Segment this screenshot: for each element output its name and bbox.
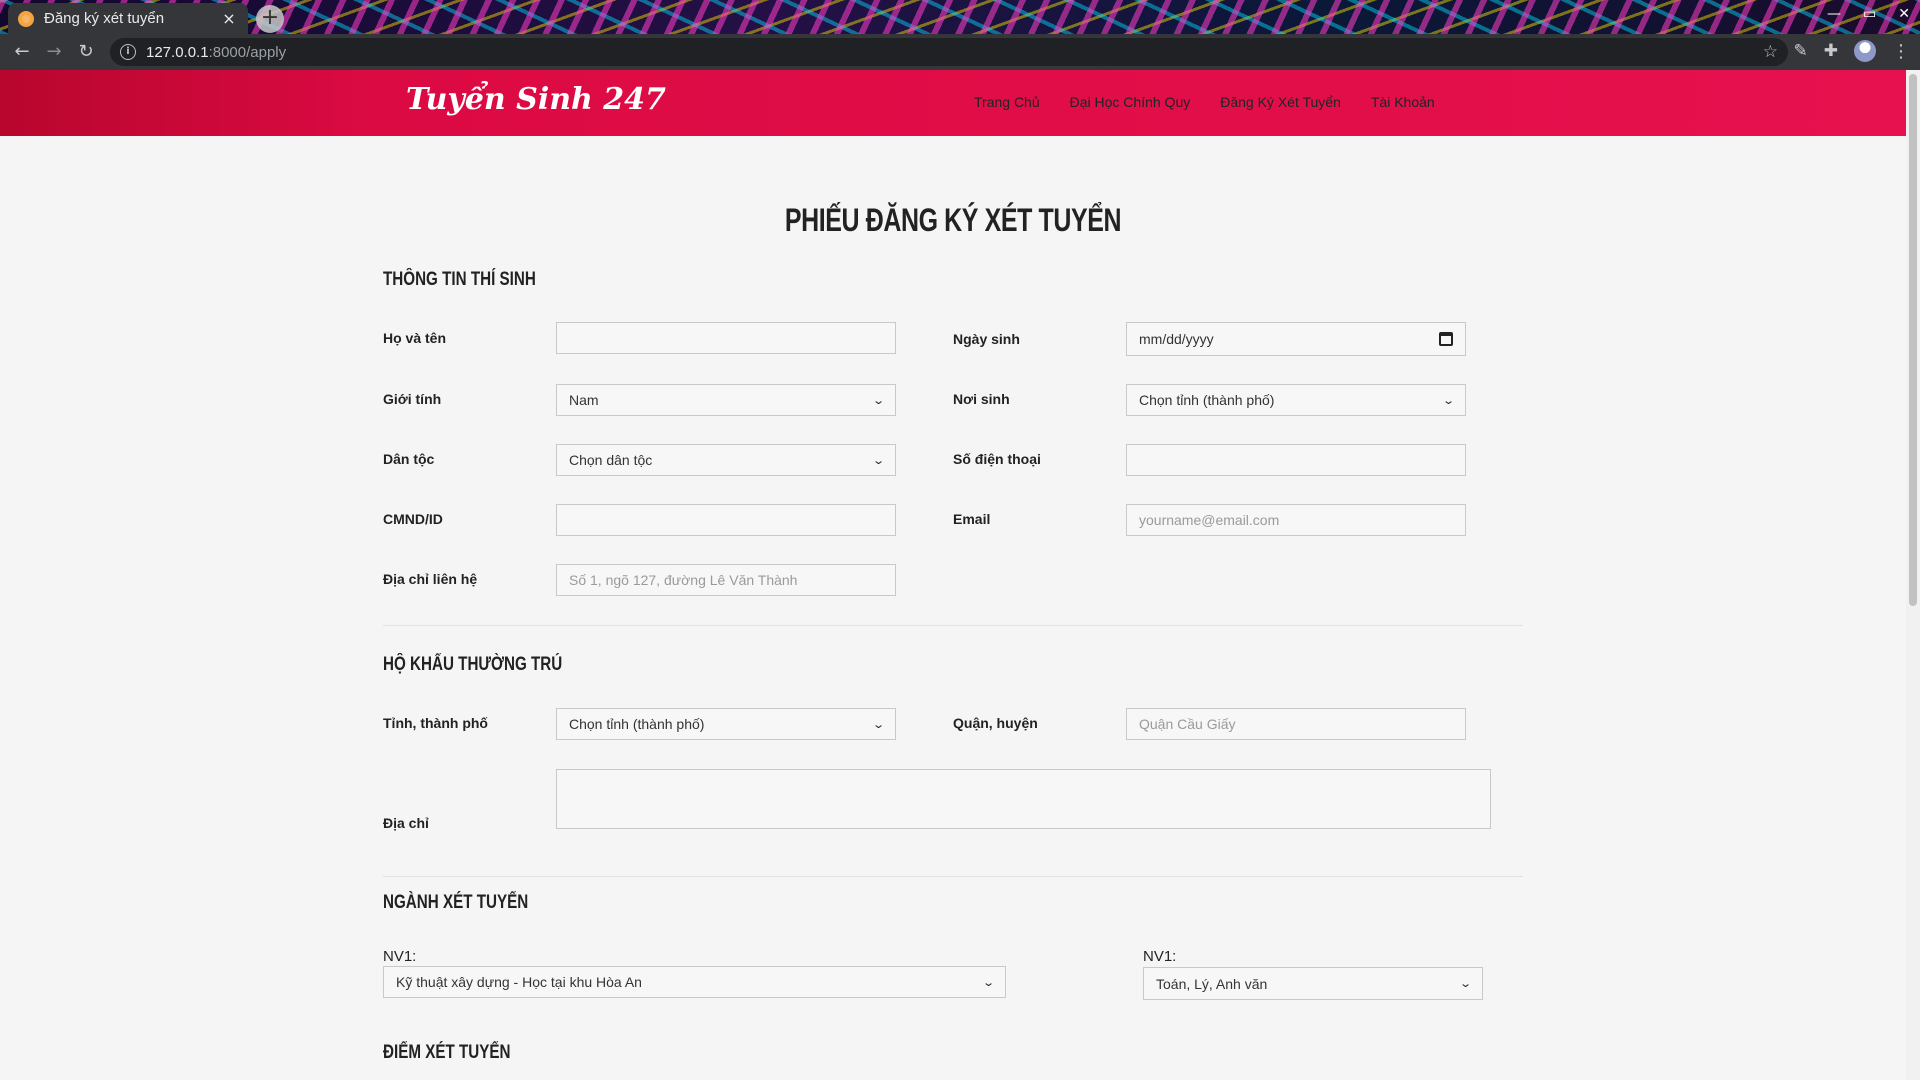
section-personal-title: THÔNG TIN THÍ SINH [383, 269, 536, 290]
url-host: 127.0.0.1 [146, 43, 209, 61]
browser-tab-strip: Đăng ký xét tuyển × + — ▭ ✕ [0, 0, 1920, 34]
site-info-icon[interactable]: i [120, 44, 136, 60]
address-bar[interactable]: i 127.0.0.1:8000/apply ☆ [110, 38, 1788, 66]
scrollbar-thumb[interactable] [1909, 74, 1917, 606]
chevron-down-icon: ⌄ [871, 454, 885, 467]
ethnicity-value: Chọn dân tộc [569, 452, 653, 468]
dob-value: mm/dd/yyyy [1139, 331, 1214, 347]
site-logo[interactable]: Tuyển Sinh 247 [406, 82, 666, 117]
toolbar-actions: ✎ ✚ ⋮ [1794, 40, 1910, 62]
birthplace-value: Chọn tỉnh (thành phố) [1139, 392, 1275, 408]
chevron-down-icon: ⌄ [871, 718, 885, 731]
nv1-subject-combo-select[interactable]: Toán, Lý, Anh văn ⌄ [1143, 967, 1483, 1000]
tab-close-icon[interactable]: × [220, 9, 238, 28]
chevron-down-icon: ⌄ [981, 976, 995, 989]
section-divider [383, 876, 1523, 877]
gender-label: Giới tính [383, 391, 442, 407]
nv1-combo-label: NV1: [1143, 948, 1177, 965]
nv1-major-label: NV1: [383, 948, 417, 965]
district-label: Quận, huyện [953, 715, 1038, 731]
id-input[interactable] [556, 504, 896, 536]
nav-apply[interactable]: Đăng Ký Xét Tuyển [1220, 94, 1341, 110]
id-label: CMND/ID [383, 511, 443, 527]
gender-select[interactable]: Nam ⌄ [556, 384, 896, 416]
main-nav: Trang Chủ Đại Học Chính Quy Đăng Ký Xét … [974, 94, 1435, 110]
back-arrow-icon[interactable]: ← [6, 36, 38, 68]
ethnicity-select[interactable]: Chọn dân tộc ⌄ [556, 444, 896, 476]
profile-avatar[interactable] [1854, 40, 1876, 62]
nv1-combo-value: Toán, Lý, Anh văn [1156, 975, 1268, 992]
new-tab-button[interactable]: + [256, 5, 284, 33]
puzzle-extensions-icon[interactable]: ✚ [1824, 41, 1838, 61]
province-value: Chọn tỉnh (thành phố) [569, 716, 705, 732]
province-label: Tỉnh, thành phố [383, 715, 488, 731]
phone-label: Số điện thoại [953, 451, 1041, 467]
email-label: Email [953, 511, 991, 527]
tab-title: Đăng ký xét tuyển [44, 10, 165, 27]
nav-regular-university[interactable]: Đại Học Chính Quy [1070, 94, 1191, 110]
forward-arrow-icon[interactable]: → [38, 36, 70, 68]
browser-tab[interactable]: Đăng ký xét tuyển × [8, 3, 248, 34]
extension-icon[interactable]: ✎ [1794, 41, 1808, 61]
section-major-title: NGÀNH XÉT TUYỂN [383, 892, 529, 913]
birthplace-select[interactable]: Chọn tỉnh (thành phố) ⌄ [1126, 384, 1466, 416]
browser-menu-icon[interactable]: ⋮ [1892, 41, 1910, 62]
fullname-input[interactable] [556, 322, 896, 354]
calendar-icon[interactable] [1439, 332, 1453, 346]
residence-address-label: Địa chỉ [383, 815, 429, 831]
dob-label: Ngày sinh [953, 331, 1020, 347]
gender-value: Nam [569, 392, 599, 408]
phone-input[interactable] [1126, 444, 1466, 476]
browser-toolbar: ← → ↻ i 127.0.0.1:8000/apply ☆ ✎ ✚ ⋮ [0, 34, 1920, 70]
page-scrollbar[interactable] [1906, 70, 1920, 1080]
province-select[interactable]: Chọn tỉnh (thành phố) ⌄ [556, 708, 896, 740]
residence-address-textarea[interactable] [556, 769, 1491, 829]
chevron-down-icon: ⌄ [1441, 394, 1455, 407]
chevron-down-icon: ⌄ [871, 394, 885, 407]
bookmark-star-icon[interactable]: ☆ [1763, 42, 1778, 62]
section-score-title: ĐIỂM XÉT TUYỂN [383, 1042, 511, 1063]
nv1-major-select[interactable]: Kỹ thuật xây dựng - Học tại khu Hòa An ⌄ [383, 966, 1006, 998]
url-text: 127.0.0.1:8000/apply [146, 44, 286, 61]
reload-icon[interactable]: ↻ [70, 36, 102, 68]
restore-icon[interactable]: ▭ [1863, 6, 1876, 22]
page-title: PHIẾU ĐĂNG KÝ XÉT TUYỂN [784, 202, 1122, 238]
email-input[interactable]: yourname@email.com [1126, 504, 1466, 536]
chevron-down-icon: ⌄ [1458, 978, 1472, 990]
birthplace-label: Nơi sinh [953, 391, 1010, 407]
site-favicon-icon [18, 10, 34, 27]
dob-date-input[interactable]: mm/dd/yyyy [1126, 322, 1466, 356]
contact-address-input[interactable]: Số 1, ngõ 127, đường Lê Văn Thành [556, 564, 896, 596]
window-controls: — ▭ ✕ [1827, 6, 1910, 22]
fullname-label: Họ và tên [383, 330, 447, 346]
ethnicity-label: Dân tộc [383, 451, 435, 467]
district-input[interactable]: Quận Cầu Giấy [1126, 708, 1466, 740]
url-path: :8000/apply [208, 43, 287, 61]
window-close-icon[interactable]: ✕ [1898, 6, 1910, 22]
nav-home[interactable]: Trang Chủ [974, 94, 1040, 110]
address-label: Địa chỉ liên hệ [383, 571, 478, 587]
section-divider [383, 625, 1523, 626]
page-viewport: Tuyển Sinh 247 Trang Chủ Đại Học Chính Q… [0, 70, 1906, 1080]
site-header: Tuyển Sinh 247 Trang Chủ Đại Học Chính Q… [0, 70, 1906, 136]
minimize-icon[interactable]: — [1827, 6, 1841, 22]
section-residence-title: HỘ KHẨU THƯỜNG TRÚ [383, 654, 563, 675]
nav-account[interactable]: Tài Khoản [1371, 94, 1435, 110]
nv1-major-value: Kỹ thuật xây dựng - Học tại khu Hòa An [396, 974, 642, 990]
